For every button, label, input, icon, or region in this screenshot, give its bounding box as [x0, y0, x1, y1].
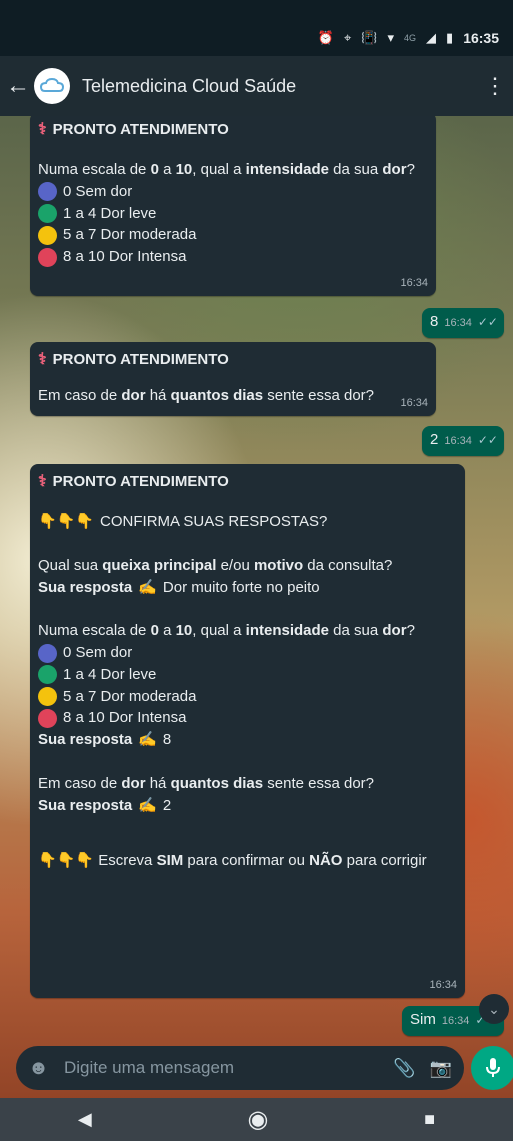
- green-circle-icon: [38, 204, 57, 224]
- avatar[interactable]: [34, 68, 70, 104]
- nav-recents-icon[interactable]: ■: [424, 1109, 435, 1130]
- answer-line: Sua resposta ✍ 2: [38, 795, 457, 817]
- option-item: 8 a 10 Dor Intensa: [38, 246, 428, 268]
- message-time: 16:34: [429, 979, 457, 992]
- message-header: ⚕ PRONTO ATENDIMENTO: [38, 348, 428, 371]
- network-label: 4G: [404, 33, 417, 43]
- read-ticks-icon: ✓✓: [477, 315, 498, 329]
- nav-back-icon[interactable]: ◀: [78, 1109, 92, 1130]
- incoming-message: ⚕ PRONTO ATENDIMENTO Numa escala de 0 a …: [30, 116, 436, 296]
- message-time: 16:34: [400, 277, 428, 290]
- message-time: 16:34: [444, 435, 472, 447]
- vibrate-icon: 📳: [361, 30, 378, 45]
- chat-title[interactable]: Telemedicina Cloud Saúde: [82, 76, 481, 97]
- stethoscope-icon: ⚕: [38, 351, 47, 368]
- status-bar: ⏰ ⌖ 📳 ▾ 4G ◢ ▮ 16:35: [0, 0, 513, 56]
- option-item: 5 a 7 Dor moderada: [38, 686, 457, 708]
- option-item: 8 a 10 Dor Intensa: [38, 707, 457, 729]
- green-circle-icon: [38, 665, 57, 685]
- app-bar: ← Telemedicina Cloud Saúde ⋮: [0, 56, 513, 116]
- scroll-down-button[interactable]: ⌄: [479, 994, 509, 1024]
- message-input[interactable]: [62, 1057, 380, 1079]
- cloud-logo-icon: [39, 77, 65, 92]
- message-composer: ☻ 📎 📷: [16, 1046, 464, 1090]
- wifi-icon: ▾: [387, 30, 395, 45]
- question-text: Numa escala de 0 a 10, qual a intensidad…: [38, 622, 415, 640]
- red-circle-icon: [38, 247, 57, 267]
- question-text: Em caso de dor há quantos dias sente ess…: [38, 387, 374, 405]
- nav-home-icon[interactable]: ◉: [247, 1105, 268, 1134]
- system-nav-bar: ◀ ◉ ■: [0, 1098, 513, 1141]
- camera-icon[interactable]: 📷: [430, 1058, 452, 1079]
- status-time: 16:35: [463, 30, 499, 46]
- option-item: 0 Sem dor: [38, 181, 428, 203]
- attach-icon[interactable]: 📎: [393, 1058, 415, 1079]
- mic-icon: [486, 1058, 500, 1077]
- double-chevron-down-icon: ⌄: [488, 1000, 500, 1017]
- incoming-message: ⚕ PRONTO ATENDIMENTO Em caso de dor há q…: [30, 342, 436, 416]
- writing-hand-icon: ✍: [138, 796, 157, 814]
- blue-circle-icon: [38, 643, 57, 663]
- option-item: 0 Sem dor: [38, 642, 457, 664]
- message-time: 16:34: [400, 397, 428, 410]
- message-header: ⚕ PRONTO ATENDIMENTO: [38, 470, 457, 493]
- outgoing-message: 2 16:34 ✓✓: [422, 426, 504, 456]
- alarm-icon: ⏰: [317, 30, 334, 45]
- confirm-line: 👇👇👇 CONFIRMA SUAS RESPOSTAS?: [38, 511, 457, 533]
- pointing-down-hands-icon: 👇👇👇: [38, 852, 95, 870]
- outgoing-message: 8 16:34 ✓✓: [422, 308, 504, 338]
- instruction-text: 👇👇👇 Escreva SIM para confirmar ou NÃO pa…: [38, 852, 427, 870]
- message-time: 16:34: [441, 1015, 470, 1027]
- arrow-left-icon[interactable]: ←: [6, 72, 32, 100]
- writing-hand-icon: ✍: [138, 578, 157, 596]
- read-ticks-icon: ✓✓: [477, 433, 498, 447]
- more-vert-icon[interactable]: ⋮: [481, 73, 509, 99]
- answer-line: Sua resposta ✍ 8: [38, 729, 457, 751]
- incoming-message: ⚕ PRONTO ATENDIMENTO 👇👇👇 CONFIRMA SUAS R…: [30, 464, 465, 998]
- message-header: ⚕ PRONTO ATENDIMENTO: [38, 118, 428, 141]
- option-item: 1 a 4 Dor leve: [38, 203, 428, 225]
- blue-circle-icon: [38, 182, 57, 202]
- answer-line: Sua resposta ✍ Dor muito forte no peito: [38, 577, 457, 599]
- writing-hand-icon: ✍: [138, 731, 157, 749]
- option-item: 5 a 7 Dor moderada: [38, 224, 428, 246]
- pointing-down-hands-icon: 👇👇👇: [38, 513, 95, 531]
- chat-area[interactable]: ⚕ PRONTO ATENDIMENTO Numa escala de 0 a …: [0, 116, 513, 1046]
- mic-button[interactable]: [471, 1046, 513, 1090]
- yellow-circle-icon: [38, 225, 57, 245]
- battery-icon: ▮: [446, 30, 454, 45]
- stethoscope-icon: ⚕: [38, 473, 47, 490]
- signal-icon: ◢: [426, 30, 437, 45]
- location-icon: ⌖: [343, 30, 352, 45]
- question-text: Em caso de dor há quantos dias sente ess…: [38, 774, 374, 792]
- question-text: Numa escala de 0 a 10, qual a intensidad…: [38, 161, 415, 179]
- option-item: 1 a 4 Dor leve: [38, 664, 457, 686]
- question-text: Qual sua queixa principal e/ou motivo da…: [38, 556, 393, 574]
- red-circle-icon: [38, 708, 57, 728]
- message-time: 16:34: [444, 317, 472, 329]
- yellow-circle-icon: [38, 687, 57, 707]
- stethoscope-icon: ⚕: [38, 121, 47, 138]
- emoji-icon[interactable]: ☻: [28, 1057, 54, 1080]
